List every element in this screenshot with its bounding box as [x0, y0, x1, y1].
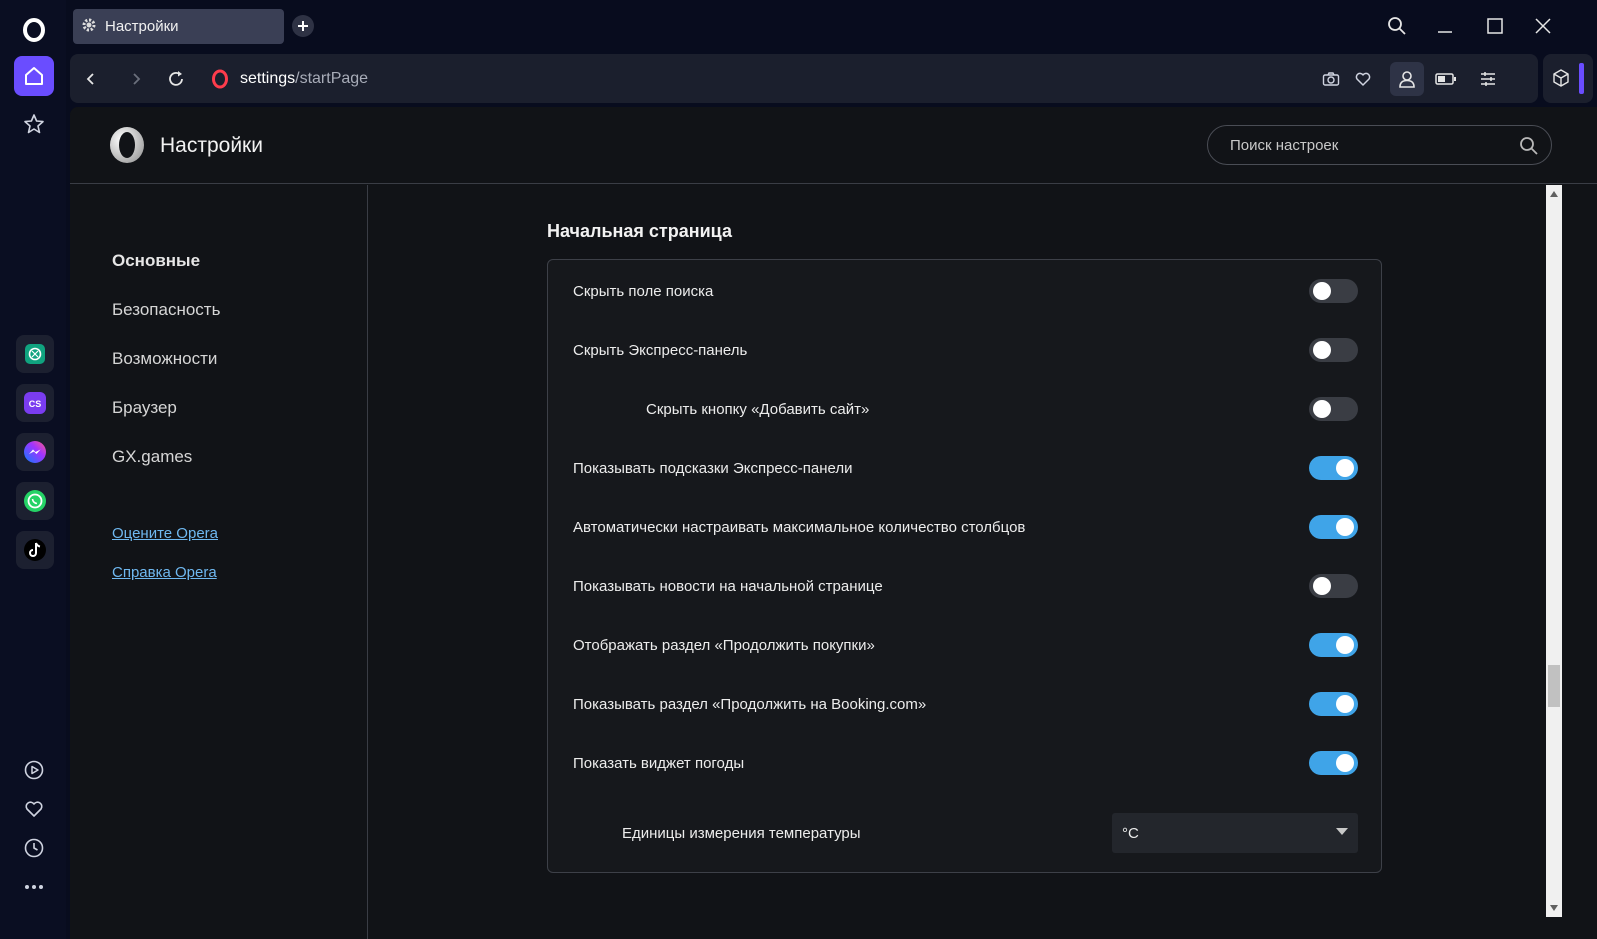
toggle-hide-search[interactable] [1309, 279, 1358, 303]
search-input[interactable] [1230, 136, 1500, 154]
battery-saver-icon[interactable] [1431, 64, 1461, 94]
star-icon[interactable] [14, 104, 54, 144]
setting-label: Показывать раздел «Продолжить на Booking… [573, 695, 927, 713]
setting-row: Скрыть Экспресс-панель [548, 330, 1381, 370]
close-icon[interactable] [1528, 12, 1558, 40]
url-field[interactable]: settings/startPage [240, 66, 368, 92]
setting-label: Показать виджет погоды [573, 754, 745, 772]
select-value: °C [1122, 824, 1139, 842]
browser-sidebar: CS [0, 0, 66, 939]
setting-row: Отображать раздел «Продолжить покупки» [548, 625, 1381, 665]
history-icon[interactable] [15, 829, 53, 867]
toggle-hide-speed-dial[interactable] [1309, 338, 1358, 362]
search-icon [1519, 136, 1539, 161]
settings-page: Настройки Основные Безопасность Возможно… [70, 107, 1597, 939]
toggle-speed-dial-hints[interactable] [1309, 456, 1358, 480]
minimize-icon[interactable] [1430, 12, 1460, 40]
extensions-area [1543, 54, 1593, 103]
nav-features[interactable]: Возможности [112, 349, 217, 369]
setting-label: Показывать подсказки Экспресс-панели [573, 459, 853, 477]
url-host: settings [240, 70, 296, 87]
setting-row: Автоматически настраивать максимальное к… [548, 507, 1381, 547]
chatgpt-icon[interactable] [16, 335, 54, 373]
messenger-icon[interactable] [16, 433, 54, 471]
setting-label: Скрыть Экспресс-панель [573, 341, 748, 359]
toggle-auto-columns[interactable] [1309, 515, 1358, 539]
toggle-hide-add-site[interactable] [1309, 397, 1358, 421]
tiktok-icon[interactable] [16, 531, 54, 569]
rate-opera-link[interactable]: Оцените Opera [112, 525, 218, 542]
setting-label: Показывать новости на начальной странице [573, 577, 883, 595]
nav-browser[interactable]: Браузер [112, 398, 177, 418]
settings-nav: Основные Безопасность Возможности Браузе… [70, 185, 368, 939]
setting-row: Показывать подсказки Экспресс-панели [548, 448, 1381, 488]
bookmark-heart-icon[interactable] [1348, 64, 1378, 94]
tab-bar: Настройки [66, 0, 1597, 52]
nav-basic[interactable]: Основные [112, 251, 200, 271]
extensions-cube-icon[interactable] [1551, 68, 1571, 93]
url-path: /startPage [295, 70, 369, 87]
setting-row: Скрыть кнопку «Добавить сайт» [548, 389, 1381, 429]
home-icon[interactable] [14, 56, 54, 96]
toggle-continue-booking[interactable] [1309, 692, 1358, 716]
player-icon[interactable] [15, 751, 53, 789]
maximize-icon[interactable] [1480, 12, 1510, 40]
opera-site-icon [205, 64, 235, 94]
opera-help-link[interactable]: Справка Opera [112, 564, 217, 581]
setting-row: Показать виджет погоды [548, 743, 1381, 783]
settings-search[interactable] [1207, 125, 1552, 165]
setting-label: Автоматически настраивать максимальное к… [573, 518, 1026, 536]
setting-label: Скрыть кнопку «Добавить сайт» [646, 400, 870, 418]
gear-icon [81, 17, 97, 37]
setting-label: Отображать раздел «Продолжить покупки» [573, 636, 875, 654]
camera-icon[interactable] [1316, 64, 1346, 94]
nav-security[interactable]: Безопасность [112, 300, 220, 320]
section-title: Начальная страница [547, 221, 732, 241]
toggle-continue-shopping[interactable] [1309, 633, 1358, 657]
address-bar: settings/startPage [70, 54, 1538, 103]
setting-row: Скрыть поле поиска [548, 271, 1381, 311]
profile-icon[interactable] [1390, 62, 1424, 96]
opera-logo [107, 125, 147, 165]
setting-label: Скрыть поле поиска [573, 282, 714, 300]
svg-text:CS: CS [29, 399, 42, 409]
forward-icon[interactable] [121, 64, 151, 94]
cs-icon[interactable]: CS [16, 384, 54, 422]
easy-setup-icon[interactable] [1473, 64, 1503, 94]
tab-title: Настройки [105, 18, 179, 35]
temperature-unit-select[interactable]: °C [1112, 813, 1358, 853]
setting-row: Единицы измерения температуры °C [548, 813, 1381, 853]
scroll-up-icon[interactable] [1550, 191, 1558, 197]
scrollbar-thumb[interactable] [1548, 665, 1560, 707]
back-icon[interactable] [76, 64, 106, 94]
toggle-show-news[interactable] [1309, 574, 1358, 598]
scrollbar[interactable] [1546, 185, 1562, 917]
settings-header: Настройки [70, 107, 1597, 184]
start-page-settings-card: Скрыть поле поиска Скрыть Экспресс-панел… [547, 259, 1382, 873]
accent-strip [1579, 63, 1584, 94]
tab-search-icon[interactable] [1382, 12, 1412, 40]
page-title: Настройки [160, 134, 263, 157]
scroll-down-icon[interactable] [1550, 905, 1558, 911]
heart-icon[interactable] [15, 790, 53, 828]
toggle-weather-widget[interactable] [1309, 751, 1358, 775]
tab-settings[interactable]: Настройки [73, 9, 284, 44]
nav-gx-games[interactable]: GX.games [112, 447, 192, 467]
setting-row: Показывать раздел «Продолжить на Booking… [548, 684, 1381, 724]
opera-menu-icon[interactable] [14, 14, 54, 46]
more-icon[interactable] [15, 868, 53, 906]
new-tab-button[interactable] [292, 15, 314, 37]
chevron-down-icon [1336, 828, 1348, 835]
setting-label: Единицы измерения температуры [622, 824, 861, 842]
whatsapp-icon[interactable] [16, 482, 54, 520]
reload-icon[interactable] [161, 64, 191, 94]
setting-row: Показывать новости на начальной странице [548, 566, 1381, 606]
